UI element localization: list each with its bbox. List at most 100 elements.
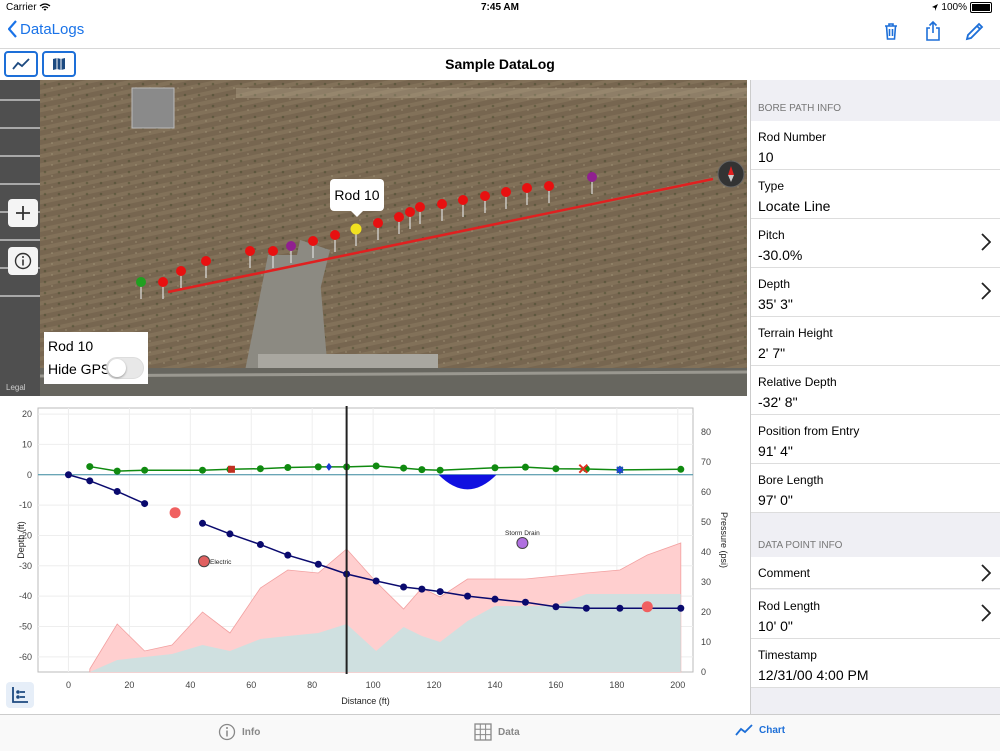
relative-depth-row: Relative Depth -32' 8" — [751, 366, 1000, 415]
bore-path-header: BORE PATH INFO — [758, 103, 841, 114]
depth-point — [372, 577, 380, 585]
y2-axis-label: Pressure (psi) — [719, 512, 729, 568]
overlay-rod-label: Rod 10 — [48, 338, 94, 354]
event-label: Storm Drain — [505, 530, 540, 537]
x-tick-label: 40 — [185, 680, 195, 690]
x-tick-label: 180 — [609, 680, 624, 690]
rod-length-row[interactable]: Rod Length 10' 0" — [751, 590, 1000, 639]
chevron-left-icon — [8, 20, 17, 38]
depth-row[interactable]: Depth 35' 3" — [751, 268, 1000, 317]
y2-tick-label: 60 — [701, 487, 711, 497]
nav-bar: DataLogs — [0, 16, 1000, 48]
zoom-in-button[interactable] — [8, 199, 38, 227]
depth-point — [400, 583, 408, 591]
page-title: Sample DataLog — [445, 56, 555, 72]
depth-point — [314, 560, 322, 568]
event-point — [516, 537, 529, 550]
pitch-row[interactable]: Pitch -30.0% — [751, 219, 1000, 268]
depth-point — [141, 500, 149, 508]
status-time: 7:45 AM — [481, 2, 519, 13]
depth-point — [464, 592, 472, 600]
x-tick-label: 80 — [307, 680, 317, 690]
grid-icon — [474, 723, 492, 741]
terrain-height-row: Terrain Height 2' 7" — [751, 317, 1000, 366]
x-tick-label: 140 — [487, 680, 502, 690]
x-tick-label: 20 — [124, 680, 134, 690]
y-tick-label: -10 — [19, 500, 32, 510]
info-sidebar: BORE PATH INFO Rod Number 10 Type Locate L… — [750, 80, 1000, 714]
y-tick-label: -40 — [19, 591, 32, 601]
bore-chart-svg: 0 20 40 60 80 100 120 140 160 180 20020100-10-20-3… — [16, 406, 729, 706]
y-tick-label: 10 — [22, 439, 32, 449]
x-axis-label: Distance (ft) — [341, 696, 390, 706]
data-point-header: DATA POINT INFO — [758, 540, 843, 551]
location-icon — [931, 4, 938, 11]
y2-tick-label: 70 — [701, 457, 711, 467]
event-label: Electric — [210, 559, 232, 566]
depth-point — [582, 604, 590, 612]
y-tick-label: -60 — [19, 652, 32, 662]
y-tick-label: 20 — [22, 409, 32, 419]
x-tick-label: 120 — [427, 680, 442, 690]
x-tick-label: 200 — [670, 680, 685, 690]
terrain-point — [141, 466, 149, 474]
rod-callout[interactable]: Rod 10 — [330, 179, 384, 217]
y-tick-label: -50 — [19, 621, 32, 631]
y2-tick-label: 30 — [701, 577, 711, 587]
terrain-point — [418, 466, 426, 474]
terrain-point — [372, 462, 380, 470]
depth-point — [521, 598, 529, 606]
y2-tick-label: 40 — [701, 547, 711, 557]
bore-chart[interactable]: 0 20 40 60 80 100 120 140 160 180 200 20 10 0 -10 -20 -3… — [0, 396, 747, 714]
comment-row[interactable]: Comment — [751, 557, 1000, 589]
line-chart-icon — [735, 724, 753, 736]
type-row: Type Locate Line — [751, 170, 1000, 219]
event-point — [641, 601, 653, 613]
rod-number-row: Rod Number 10 — [751, 121, 1000, 170]
marker-square — [227, 465, 235, 473]
y2-tick-label: 80 — [701, 427, 711, 437]
status-bar: Carrier 7:45 AM 100% — [0, 0, 1000, 16]
marker-star — [615, 465, 624, 474]
share-icon[interactable] — [922, 20, 944, 42]
terrain-point — [256, 465, 264, 473]
toggle-knob — [108, 359, 126, 377]
trash-icon[interactable] — [880, 20, 902, 42]
depth-point — [86, 477, 94, 485]
chart-settings-button[interactable] — [6, 682, 34, 708]
depth-point — [491, 595, 499, 603]
battery-status: 100% — [931, 2, 992, 13]
terrain-point — [400, 464, 408, 472]
tab-data[interactable]: Data — [474, 723, 520, 741]
y-tick-label: 0 — [27, 470, 32, 480]
back-button[interactable]: DataLogs — [8, 20, 84, 38]
position-row: Position from Entry 91' 4" — [751, 415, 1000, 464]
depth-point — [616, 604, 624, 612]
terrain-point — [86, 463, 94, 471]
depth-point — [113, 487, 121, 495]
depth-point — [436, 588, 444, 596]
hide-gps-toggle[interactable] — [106, 357, 144, 379]
edit-icon[interactable] — [964, 20, 986, 42]
plus-icon — [16, 206, 30, 220]
chevron-right-icon — [981, 233, 991, 251]
legal-link[interactable]: Legal — [6, 383, 26, 392]
depth-point — [256, 541, 264, 549]
depth-point — [552, 603, 560, 611]
view-toolbar: Sample DataLog — [0, 48, 1000, 81]
terrain-point — [284, 463, 292, 471]
hide-gps-label: Hide GPS — [48, 361, 111, 377]
depth-point — [677, 604, 685, 612]
chevron-right-icon — [981, 564, 991, 582]
timestamp-row: Timestamp 12/31/00 4:00 PM — [751, 639, 1000, 688]
depth-point — [226, 530, 234, 538]
map-info-button[interactable] — [8, 247, 38, 275]
x-tick-label: 160 — [548, 680, 563, 690]
terrain-point — [314, 463, 322, 471]
chevron-right-icon — [981, 604, 991, 622]
satellite-map[interactable]: Rod 10 Rod 10 Hide GPS Legal — [0, 80, 747, 396]
y2-tick-label: 20 — [701, 607, 711, 617]
tab-info[interactable]: Info — [218, 723, 260, 741]
terrain-point — [113, 467, 121, 475]
tab-chart[interactable]: Chart — [735, 723, 785, 737]
